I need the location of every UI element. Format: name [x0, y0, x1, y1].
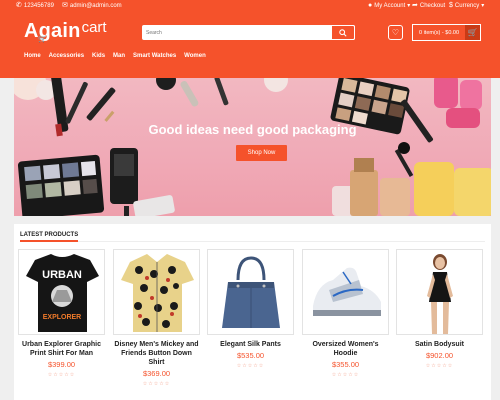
currency-dropdown[interactable]: $ Currency ▾: [449, 0, 484, 12]
nav-item-kids[interactable]: Kids: [92, 53, 105, 59]
logo-main-text: Again: [24, 20, 81, 42]
share-icon: ➦: [412, 2, 418, 9]
envelope-icon: ✉: [62, 2, 68, 9]
cart-icon: 🛒: [38, 36, 47, 43]
product-name[interactable]: Disney Men's Mickey and Friends Button D…: [113, 340, 200, 367]
checkout-link[interactable]: ➦ Checkout: [412, 0, 445, 12]
top-bar: ✆ 123456789 ✉ admin@admin.com ● My Accou…: [0, 0, 500, 12]
user-icon: ●: [368, 2, 373, 9]
model-image: [427, 254, 453, 334]
section-divider: [20, 241, 485, 242]
product-rating-stars: ☆☆☆☆☆: [47, 372, 76, 378]
logo[interactable]: Again cart 🛒: [24, 19, 107, 43]
product-card[interactable]: Oversized Women's Hoodie $355.00 ☆☆☆☆☆: [302, 249, 389, 378]
product-price: $355.00: [331, 360, 360, 369]
product-price: $399.00: [47, 360, 76, 369]
my-account-label: My Account: [374, 3, 406, 9]
search-button[interactable]: [331, 25, 355, 40]
product-rating-stars: ☆☆☆☆☆: [331, 372, 360, 378]
nav-item-women[interactable]: Women: [184, 53, 206, 59]
product-name[interactable]: Elegant Silk Pants: [207, 340, 294, 349]
mickey-shirt-image: [121, 254, 194, 332]
shop-now-button[interactable]: Shop Now: [236, 145, 287, 161]
nav-item-man[interactable]: Man: [113, 53, 125, 59]
product-card[interactable]: URBAN EXPLORER Urban Explorer Graphic Pr…: [18, 249, 105, 378]
product-image[interactable]: [302, 249, 389, 335]
banner-title: Good ideas need good packaging: [148, 122, 357, 137]
search-input[interactable]: [144, 26, 324, 39]
shirt-text-urban: URBAN: [42, 269, 82, 281]
main-nav: Home Accessories Kids Man Smart Watches …: [24, 53, 206, 59]
cart-button[interactable]: 0 item(s) - $0.00 🛒: [412, 24, 481, 41]
cart-summary: 0 item(s) - $0.00: [419, 29, 460, 36]
product-image[interactable]: URBAN EXPLORER: [18, 249, 105, 335]
product-price: $902.00: [425, 351, 454, 360]
product-name[interactable]: Oversized Women's Hoodie: [302, 340, 389, 358]
product-rating-stars: ☆☆☆☆☆: [236, 363, 265, 369]
phone-icon: ✆: [16, 2, 22, 9]
latest-products-section: LATEST PRODUCTS URBAN EXPLORER Urban Exp…: [14, 224, 491, 400]
nav-item-home[interactable]: Home: [24, 53, 41, 59]
currency-label: Currency: [454, 3, 480, 9]
chevron-down-icon: ▾: [481, 3, 485, 9]
section-divider-accent: [20, 240, 78, 242]
product-image[interactable]: [207, 249, 294, 335]
phone-text: 123456789: [23, 3, 54, 9]
product-price: $535.00: [236, 351, 265, 360]
wishlist-button[interactable]: ♡: [388, 25, 403, 40]
logo-cart-text: cart: [81, 19, 107, 36]
nav-item-accessories[interactable]: Accessories: [49, 53, 84, 59]
section-title: LATEST PRODUCTS: [20, 232, 79, 238]
email-text: admin@admin.com: [69, 3, 122, 9]
email-link[interactable]: ✉ admin@admin.com: [62, 0, 122, 12]
phone-link[interactable]: ✆ 123456789: [16, 0, 54, 12]
dollar-icon: $: [449, 2, 453, 9]
product-rating-stars: ☆☆☆☆☆: [142, 381, 171, 387]
product-card[interactable]: Elegant Silk Pants $535.00 ☆☆☆☆☆: [207, 249, 294, 369]
product-name[interactable]: Satin Bodysuit: [396, 340, 483, 349]
search-bar: [142, 25, 355, 40]
my-account-link[interactable]: ● My Account ▾: [368, 0, 410, 12]
search-icon: [339, 28, 347, 37]
product-price: $369.00: [142, 369, 171, 378]
product-card[interactable]: Satin Bodysuit $902.00 ☆☆☆☆☆: [396, 249, 483, 369]
product-name[interactable]: Urban Explorer Graphic Print Shirt For M…: [18, 340, 105, 358]
product-image[interactable]: [396, 249, 483, 335]
product-rating-stars: ☆☆☆☆☆: [425, 363, 454, 369]
nav-item-smart-watches[interactable]: Smart Watches: [133, 53, 176, 59]
chevron-down-icon: ▾: [407, 3, 411, 9]
checkout-label: Checkout: [419, 3, 446, 9]
shirt-text-explorer: EXPLORER: [43, 314, 82, 321]
hero-banner[interactable]: Good ideas need good packaging Shop Now: [14, 78, 491, 216]
product-card[interactable]: Disney Men's Mickey and Friends Button D…: [113, 249, 200, 387]
heart-icon: ♡: [391, 28, 400, 37]
sneaker-image: [313, 267, 381, 316]
header: ✆ 123456789 ✉ admin@admin.com ● My Accou…: [0, 0, 500, 78]
tshirt-image: URBAN EXPLORER: [26, 254, 99, 332]
product-image[interactable]: [113, 249, 200, 335]
handbag-image: [222, 256, 280, 328]
basket-icon: 🛒: [465, 25, 480, 40]
